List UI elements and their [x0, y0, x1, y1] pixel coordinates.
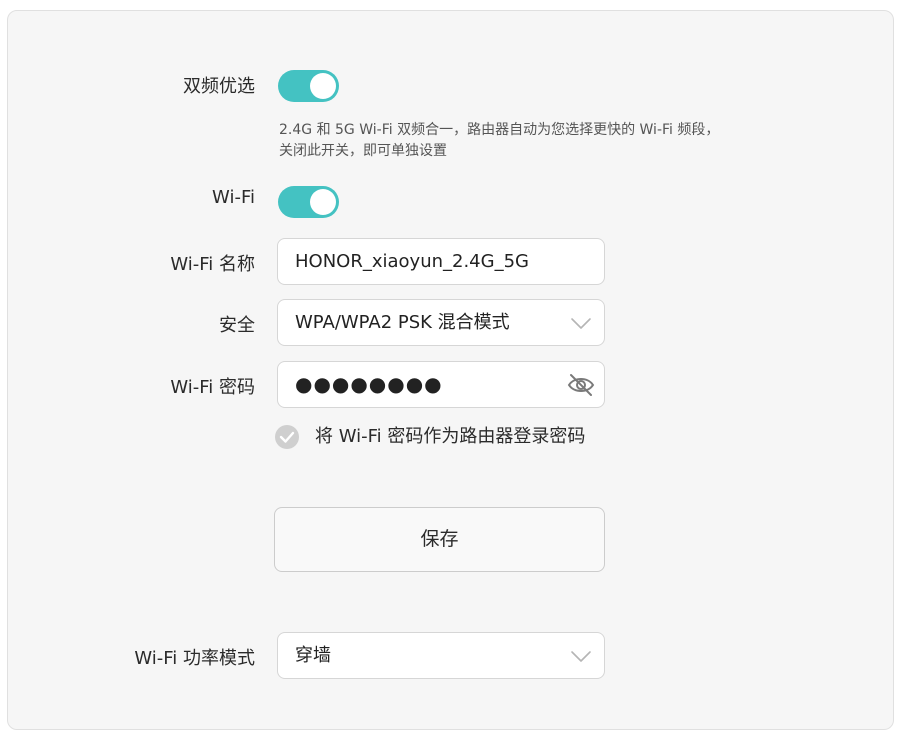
- wifi-label: Wi-Fi: [212, 187, 255, 208]
- dual-band-toggle[interactable]: [278, 70, 339, 102]
- power-mode-select[interactable]: 穿墙: [277, 632, 605, 679]
- chevron-down-icon: [571, 318, 591, 329]
- save-button[interactable]: 保存: [274, 507, 605, 572]
- wifi-password-label: Wi-Fi 密码: [170, 377, 255, 398]
- wifi-name-label: Wi-Fi 名称: [170, 254, 255, 275]
- toggle-knob: [310, 189, 336, 215]
- dual-band-label: 双频优选: [183, 76, 255, 97]
- wifi-name-value: HONOR_xiaoyun_2.4G_5G: [295, 251, 529, 272]
- wifi-password-input[interactable]: ●●●●●●●●: [277, 361, 605, 408]
- security-select[interactable]: WPA/WPA2 PSK 混合模式: [277, 299, 605, 346]
- router-password-checkbox-label: 将 Wi-Fi 密码作为路由器登录密码: [315, 426, 586, 447]
- eye-hidden-icon[interactable]: [566, 371, 596, 399]
- security-value: WPA/WPA2 PSK 混合模式: [295, 312, 510, 333]
- wifi-password-value: ●●●●●●●●: [295, 372, 443, 396]
- checkmark-icon: [279, 431, 295, 443]
- router-password-checkbox[interactable]: [275, 425, 299, 449]
- wifi-toggle[interactable]: [278, 186, 339, 218]
- chevron-down-icon: [571, 651, 591, 662]
- dual-band-description: 2.4G 和 5G Wi-Fi 双频合一，路由器自动为您选择更快的 Wi-Fi …: [279, 122, 720, 159]
- wifi-name-input[interactable]: HONOR_xiaoyun_2.4G_5G: [277, 238, 605, 285]
- security-label: 安全: [219, 315, 255, 336]
- power-mode-value: 穿墙: [295, 645, 331, 666]
- toggle-knob: [310, 73, 336, 99]
- power-mode-label: Wi-Fi 功率模式: [134, 648, 255, 669]
